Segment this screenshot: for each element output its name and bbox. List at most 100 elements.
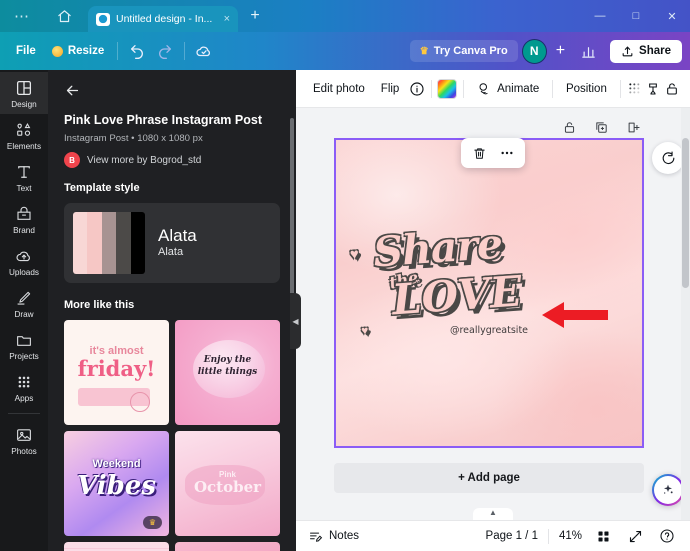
notes-icon xyxy=(308,529,323,544)
cloud-saved-icon[interactable] xyxy=(190,39,218,63)
more-horizontal-icon[interactable]: ⋯ xyxy=(0,0,44,32)
insights-bar-chart-icon[interactable] xyxy=(574,39,602,63)
floating-object-toolbar xyxy=(461,138,525,168)
lock-icon[interactable] xyxy=(664,76,681,102)
template-style-heading: Template style xyxy=(64,182,140,194)
canva-editor-window: ⋯ Untitled design - In... × + — □ ✕ File… xyxy=(0,0,690,551)
divider xyxy=(619,79,621,98)
edit-photo-button[interactable]: Edit photo xyxy=(306,78,372,100)
share-label: Share xyxy=(639,45,671,57)
grid-view-icon[interactable] xyxy=(592,525,614,547)
list-item[interactable]: Weekend Vibes ♛ xyxy=(64,431,169,536)
expand-arrows-icon[interactable] xyxy=(624,525,646,547)
duplicate-page-icon[interactable] xyxy=(594,120,610,136)
template-style-card[interactable]: Alata Alata xyxy=(64,203,280,283)
rainbow-color-swatch-icon[interactable] xyxy=(437,76,458,102)
page-indicator: Page 1 / 1 xyxy=(485,530,538,542)
transparency-dots-icon[interactable] xyxy=(627,76,644,102)
panel-collapse-handle[interactable]: ◀ xyxy=(290,293,301,349)
browser-tab-active[interactable]: Untitled design - In... × xyxy=(88,6,238,32)
home-icon[interactable] xyxy=(44,0,84,32)
sidebar-item-brand[interactable]: Brand xyxy=(0,198,48,240)
position-button[interactable]: Position xyxy=(559,78,614,100)
zoom-level[interactable]: 41% xyxy=(559,530,582,542)
try-canva-pro-button[interactable]: ♛ Try Canva Pro xyxy=(409,40,518,62)
left-nav-rail: Design Elements Text Brand Uploads Draw … xyxy=(0,70,48,551)
sidebar-item-draw[interactable]: Draw xyxy=(0,282,48,324)
status-bar-right-group: Page 1 / 1 41% xyxy=(486,525,678,547)
add-page-button[interactable]: + Add page xyxy=(334,463,644,493)
trash-icon[interactable] xyxy=(467,142,492,164)
photos-image-icon xyxy=(15,426,33,444)
app-header-bar: File Resize ♛ Try Canva Pro N + Share xyxy=(0,32,690,70)
add-member-button[interactable]: + xyxy=(551,42,570,60)
resize-label: Resize xyxy=(67,45,105,57)
close-icon[interactable]: × xyxy=(222,13,232,25)
info-circle-icon[interactable] xyxy=(408,76,425,102)
template-meta: Instagram Post • 1080 x 1080 px xyxy=(64,133,203,144)
notes-button[interactable]: Notes xyxy=(308,529,359,544)
sidebar-item-design[interactable]: Design xyxy=(0,72,48,114)
list-item[interactable]: Pink October xyxy=(175,431,280,536)
view-more-author-link[interactable]: View more by Bogrod_std xyxy=(87,155,201,166)
design-layout-icon xyxy=(15,79,33,97)
flip-button[interactable]: Flip xyxy=(374,78,407,100)
add-page-icon[interactable] xyxy=(626,120,642,136)
redo-icon[interactable] xyxy=(151,39,179,63)
comment-add-icon[interactable] xyxy=(652,142,684,174)
collapse-canvas-caret[interactable]: ▲ xyxy=(473,508,513,520)
list-item[interactable] xyxy=(175,542,280,551)
divider xyxy=(463,79,465,98)
divider xyxy=(552,79,553,98)
sidebar-item-text[interactable]: Text xyxy=(0,156,48,198)
avatar[interactable]: N xyxy=(521,38,547,64)
page-title: Pink Love Phrase Instagram Post xyxy=(64,113,262,127)
sidebar-label-apps: Apps xyxy=(14,394,34,403)
panel-back-button[interactable] xyxy=(48,70,296,105)
minimize-icon[interactable]: — xyxy=(582,0,618,32)
help-circle-icon[interactable] xyxy=(656,525,678,547)
magic-sparkles-icon[interactable] xyxy=(652,474,684,506)
design-canvas-page[interactable]: ♥ ♥ ♥ Share the LOVE @reallygreatsite xyxy=(334,138,644,448)
more-horizontal-icon[interactable] xyxy=(494,142,519,164)
avatar: B xyxy=(64,152,80,168)
swatch-4 xyxy=(116,212,131,274)
lock-page-icon[interactable] xyxy=(562,120,578,136)
workspace-scrollbar[interactable] xyxy=(681,108,690,520)
sidebar-item-uploads[interactable]: Uploads xyxy=(0,240,48,282)
sidebar-item-apps[interactable]: Apps xyxy=(0,366,48,408)
projects-folder-icon xyxy=(15,331,33,349)
list-item[interactable]: Enjoy the little things xyxy=(175,320,280,425)
thumb-decoration-circle xyxy=(130,392,150,412)
edit-photo-label: Edit photo xyxy=(313,82,365,95)
elements-shapes-icon xyxy=(15,121,33,139)
panel-scrollbar[interactable] xyxy=(290,118,294,318)
share-button[interactable]: Share xyxy=(610,39,682,63)
resize-button[interactable]: Resize xyxy=(44,40,112,62)
file-menu-button[interactable]: File xyxy=(8,40,44,62)
file-menu-label: File xyxy=(16,45,36,57)
status-bar: Notes Page 1 / 1 41% xyxy=(296,520,690,551)
template-thumbnail-grid: it's almost friday! Enjoy the little thi… xyxy=(64,320,280,551)
copy-style-icon[interactable] xyxy=(645,76,662,102)
swatch-1 xyxy=(73,212,88,274)
template-author-row[interactable]: B View more by Bogrod_std xyxy=(64,152,280,168)
maximize-icon[interactable]: □ xyxy=(618,0,654,32)
new-tab-button[interactable]: + xyxy=(238,0,272,32)
sidebar-item-elements[interactable]: Elements xyxy=(0,114,48,156)
window-close-icon[interactable]: ✕ xyxy=(654,0,690,32)
divider xyxy=(117,42,119,60)
sidebar-item-photos[interactable]: Photos xyxy=(0,419,48,461)
sidebar-label-elements: Elements xyxy=(6,142,42,151)
list-item[interactable] xyxy=(64,542,169,551)
sidebar-item-projects[interactable]: Projects xyxy=(0,324,48,366)
divider xyxy=(547,528,549,544)
animate-button[interactable]: Animate xyxy=(470,76,546,101)
scrollbar-thumb[interactable] xyxy=(682,138,689,288)
undo-icon[interactable] xyxy=(123,39,151,63)
text-t-icon xyxy=(15,163,33,181)
sidebar-label-brand: Brand xyxy=(13,226,35,235)
list-item[interactable]: it's almost friday! xyxy=(64,320,169,425)
try-canva-pro-label: Try Canva Pro xyxy=(433,45,508,57)
color-swatch xyxy=(437,78,458,99)
